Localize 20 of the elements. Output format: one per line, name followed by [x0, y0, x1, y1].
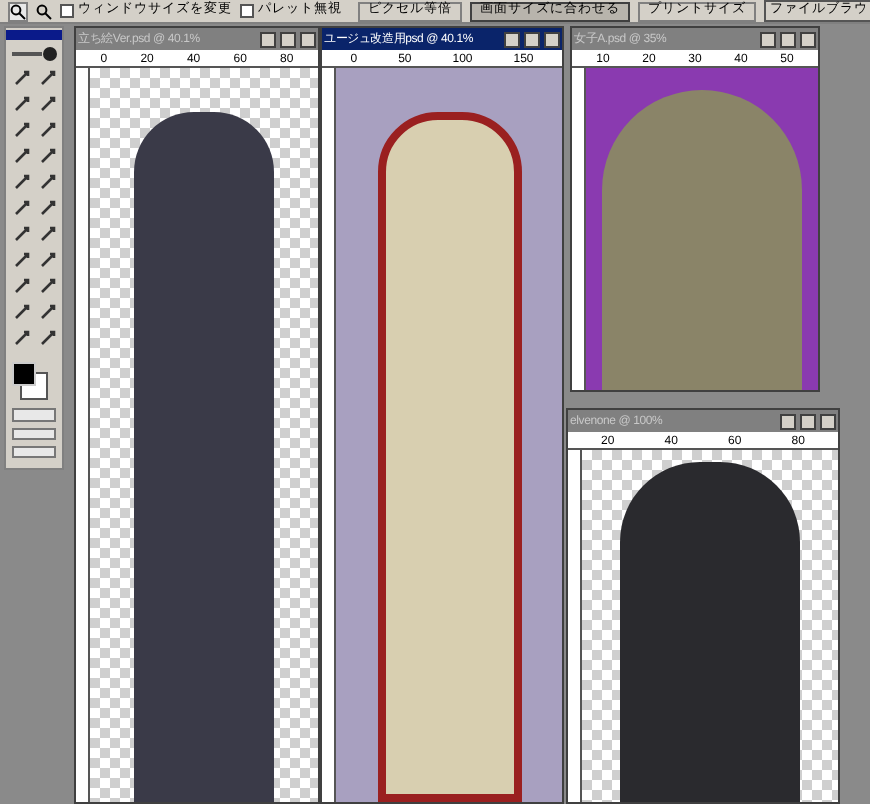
close-button[interactable]: [300, 31, 316, 47]
close-button[interactable]: [820, 413, 836, 429]
close-button[interactable]: [544, 31, 560, 47]
maximize-button[interactable]: [780, 31, 796, 47]
minimize-button[interactable]: [504, 31, 520, 47]
maximize-button[interactable]: [800, 413, 816, 429]
zoom-out-icon[interactable]: [36, 3, 52, 19]
mask-mode-icon[interactable]: [12, 408, 56, 422]
maximize-button[interactable]: [280, 31, 296, 47]
checkbox[interactable]: [240, 4, 254, 18]
toolbox-title-bar: [6, 30, 62, 40]
minimize-button[interactable]: [780, 413, 796, 429]
maximize-button[interactable]: [524, 31, 540, 47]
close-button[interactable]: [800, 31, 816, 47]
screen-mode-icon[interactable]: [12, 428, 56, 440]
minimize-button[interactable]: [760, 31, 776, 47]
minimize-button[interactable]: [260, 31, 276, 47]
jump-icon[interactable]: [12, 446, 56, 458]
checkbox[interactable]: [60, 4, 74, 18]
feather-icon: [10, 46, 58, 62]
